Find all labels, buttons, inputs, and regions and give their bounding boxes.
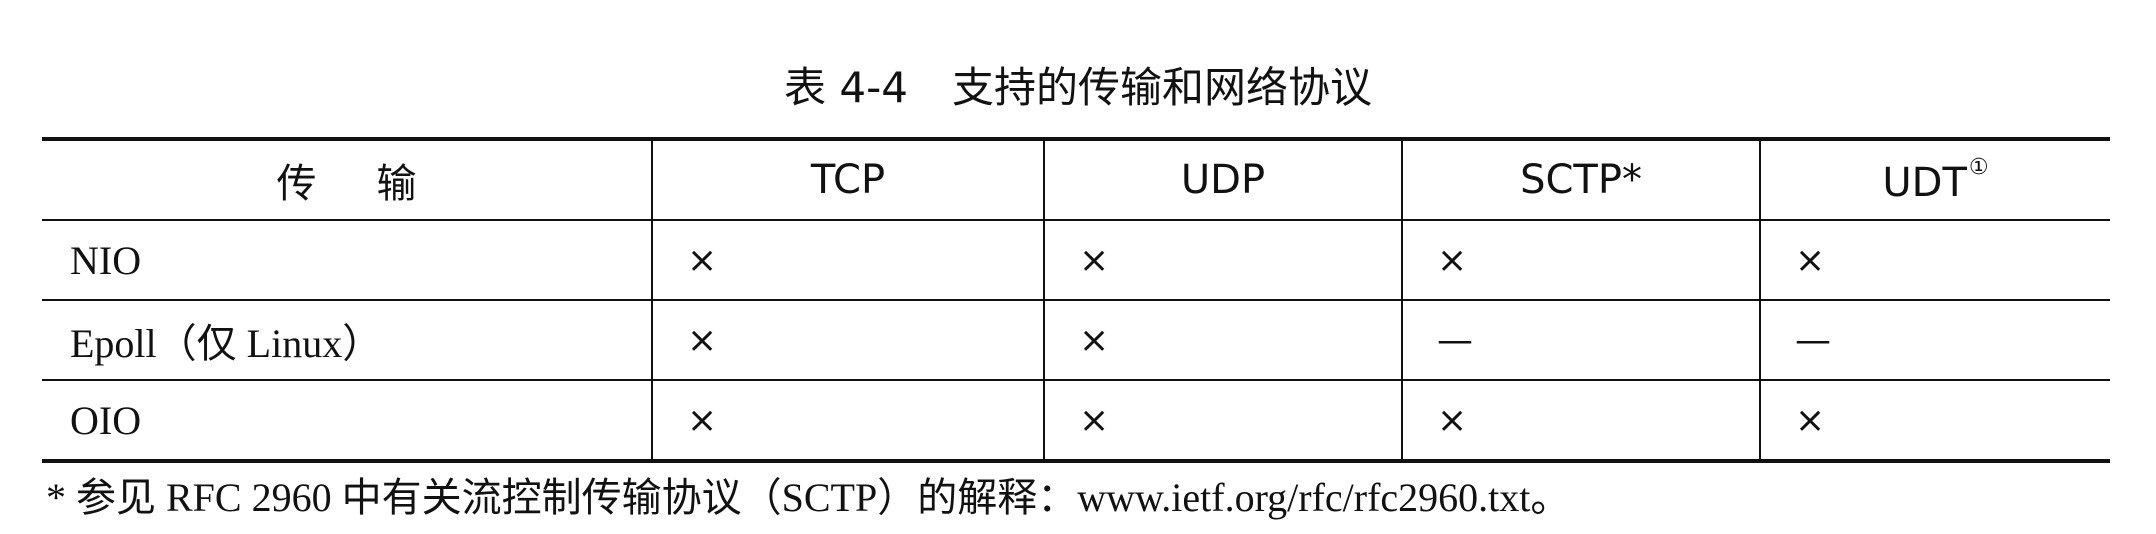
column-header-udp: UDP [1043, 139, 1402, 221]
table-cell: × [1759, 220, 2110, 301]
table-footnote: * 参见 RFC 2960 中有关流控制传输协议（SCTP）的解释：www.ie… [46, 475, 1571, 520]
table-cell: × [651, 300, 1044, 381]
table-cell: × [1043, 220, 1402, 301]
column-header-sctp: SCTP* [1401, 139, 1760, 221]
table-caption-title: 支持的传输和网络协议 [951, 63, 1372, 112]
table-cell: — [1759, 300, 2110, 381]
table-cell: × [1401, 380, 1760, 461]
column-header-udt-label: UDT [1882, 159, 1967, 206]
row-label-epoll: Epoll（仅 Linux） [42, 300, 652, 381]
column-header-tcp: TCP [651, 139, 1044, 221]
protocol-support-table: 传输 TCP UDP SCTP* UDT① NIO × × × × Epoll（… [42, 137, 2110, 463]
table-row: Epoll（仅 Linux） × × — — [42, 300, 2110, 381]
table-cell: × [651, 220, 1044, 301]
table-cell: × [1043, 380, 1402, 461]
row-label-oio: OIO [70, 397, 142, 443]
table-row: OIO × × × × [42, 380, 2110, 461]
footnote-marker: ① [1968, 154, 1989, 180]
column-header-transport: 传输 [42, 139, 652, 221]
header-row: 传输 TCP UDP SCTP* UDT① [42, 139, 2110, 221]
table-caption-number: 表 4-4 [784, 63, 908, 112]
row-label-nio: NIO [42, 220, 652, 301]
table-cell: — [1401, 300, 1760, 381]
table-cell: × [651, 380, 1044, 461]
table-cell: × [1759, 380, 2110, 461]
column-header-udt: UDT① [1759, 139, 2110, 221]
table-row: NIO × × × × [42, 220, 2110, 301]
table-caption: 表 4-4 支持的传输和网络协议 [0, 60, 2156, 116]
table-cell: × [1401, 220, 1760, 301]
table-cell: × [1043, 300, 1402, 381]
